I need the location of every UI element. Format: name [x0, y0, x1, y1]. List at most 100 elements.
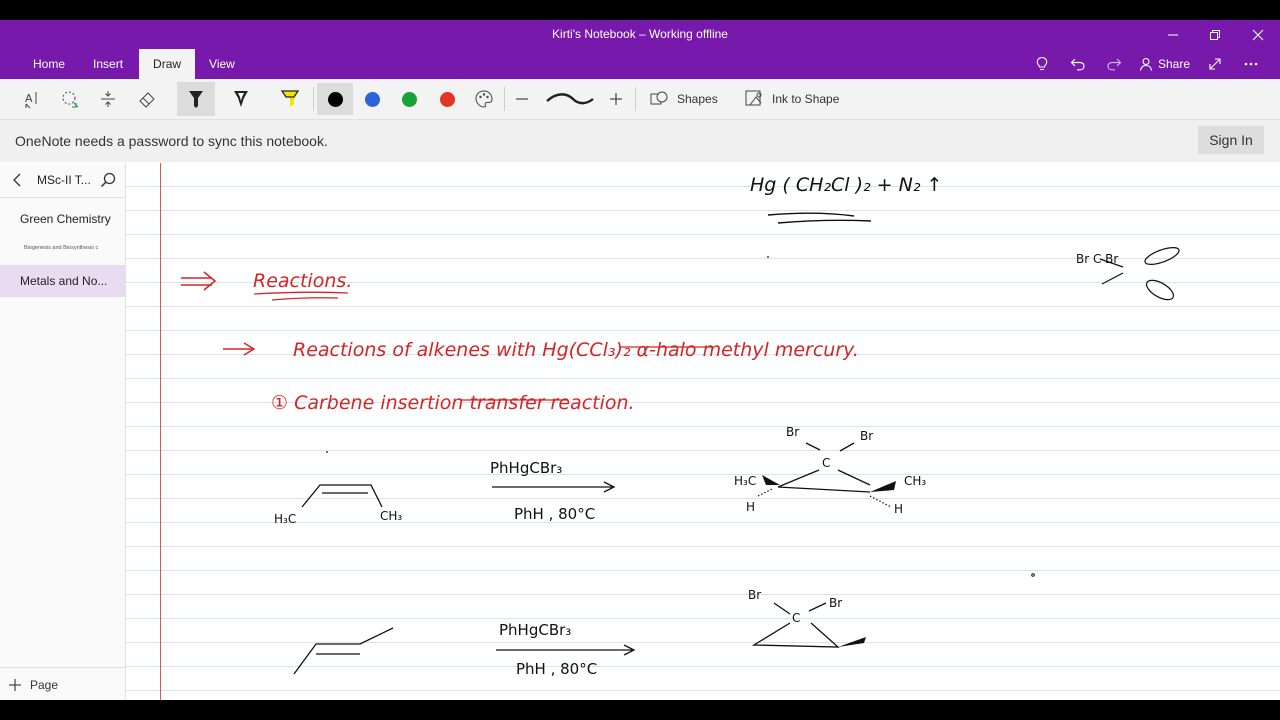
- ink-alkene-1-right: CH₃: [380, 509, 402, 523]
- undo-icon: [1070, 58, 1085, 71]
- ink-reactions-heading: Reactions.: [253, 270, 352, 292]
- undo-button[interactable]: [1067, 53, 1089, 75]
- redo-button[interactable]: [1103, 53, 1125, 75]
- toolbar-separator: [635, 87, 636, 111]
- ink-product-label: H: [746, 500, 755, 514]
- header-actions: Share: [1031, 49, 1262, 79]
- color-dot: [327, 91, 343, 107]
- toolbar-separator: [504, 87, 505, 111]
- lightbulb-button[interactable]: [1031, 53, 1053, 75]
- ribbon-tabs: Home Insert Draw View: [0, 49, 249, 79]
- ink-product-label: H: [894, 502, 903, 516]
- ink-product-label: Br: [786, 425, 799, 439]
- ink-product-label: C: [822, 456, 830, 470]
- pen-outline-tool[interactable]: [225, 83, 257, 115]
- increase-thickness-button[interactable]: [600, 83, 632, 115]
- section-item[interactable]: Biogenesis and Biosynthesis c: [0, 239, 125, 257]
- divider: [0, 667, 125, 668]
- pen-icon: [234, 91, 248, 107]
- redo-icon: [1107, 58, 1122, 71]
- decrease-thickness-button[interactable]: [506, 83, 538, 115]
- ink-product-label: H₃C: [734, 474, 756, 488]
- sync-notification-bar: OneNote needs a password to sync this no…: [0, 120, 1280, 162]
- onenote-window: Kirti's Notebook – Working offline Home …: [0, 20, 1280, 700]
- ink-reaction-arrow: [492, 481, 616, 493]
- page-canvas[interactable]: Hg ( CH₂Cl )₂ + N₂ ↑ Br C Br Reactions. …: [126, 163, 1280, 700]
- color-dot: [364, 91, 380, 107]
- restore-button[interactable]: [1200, 24, 1230, 46]
- ink-carbene-label: Br C Br: [1076, 252, 1118, 266]
- tab-insert[interactable]: Insert: [79, 49, 137, 79]
- ink-product-2-bonds: [751, 602, 840, 648]
- ink-alkene-1-left: H₃C: [274, 512, 296, 526]
- section-item[interactable]: Green Chemistry: [0, 205, 125, 233]
- color-swatch-black[interactable]: [317, 83, 353, 115]
- text-cursor-icon: A: [25, 92, 37, 109]
- shapes-button[interactable]: Shapes: [649, 83, 718, 115]
- lasso-icon: [62, 91, 79, 108]
- ink-reagent-2: PhHgCBr₃: [499, 621, 571, 639]
- color-swatch-red[interactable]: [431, 83, 463, 115]
- person-icon: [1139, 57, 1153, 71]
- svg-text:A: A: [25, 92, 33, 105]
- close-icon: [1252, 29, 1264, 41]
- fullscreen-button[interactable]: [1204, 53, 1226, 75]
- minimize-icon: [1168, 34, 1178, 36]
- eraser-tool[interactable]: [131, 83, 163, 115]
- section-item-active[interactable]: Metals and No...: [0, 265, 125, 297]
- chevron-left-icon: [13, 173, 21, 187]
- ink-item-1: ① Carbene insertion transfer reaction.: [271, 392, 635, 414]
- minimize-button[interactable]: [1158, 24, 1188, 46]
- tab-home[interactable]: Home: [0, 49, 79, 79]
- sign-in-button[interactable]: Sign In: [1198, 126, 1264, 154]
- ink-dot: [767, 256, 769, 258]
- ink-conditions-1: PhH , 80°C: [514, 505, 595, 523]
- back-button[interactable]: [8, 171, 26, 189]
- ink-alkene-2: [293, 627, 394, 675]
- palette-icon: [475, 90, 493, 108]
- search-icon: [100, 172, 116, 188]
- lasso-select-tool[interactable]: [54, 83, 86, 115]
- ink-product-2-label: Br: [748, 588, 761, 602]
- color-dot: [439, 91, 455, 107]
- add-page-button[interactable]: Page: [8, 678, 58, 692]
- add-space-tool[interactable]: [92, 83, 124, 115]
- highlighter-tool[interactable]: [274, 83, 306, 115]
- ink-wedge-bonds: [838, 637, 866, 647]
- share-label: Share: [1157, 57, 1190, 71]
- ink-reactions-line: Reactions of alkenes with Hg(CCl₃)₂ α-ha…: [293, 339, 859, 361]
- plus-icon: [9, 679, 21, 691]
- more-options-button[interactable]: [1240, 53, 1262, 75]
- close-button[interactable]: [1243, 24, 1273, 46]
- pen-black-tool[interactable]: [177, 82, 215, 116]
- ink-to-shape-button[interactable]: Ink to Shape: [744, 83, 839, 115]
- add-page-label: Page: [30, 678, 59, 692]
- color-dot: [401, 91, 417, 107]
- shapes-label: Shapes: [677, 92, 718, 106]
- eraser-icon: [139, 92, 155, 108]
- color-palette-button[interactable]: [468, 83, 500, 115]
- title-bar: Kirti's Notebook – Working offline Home …: [0, 20, 1280, 79]
- share-button[interactable]: Share: [1139, 57, 1190, 71]
- notebook-title[interactable]: MSc-II T...: [37, 173, 91, 187]
- ink-dot: [326, 451, 328, 453]
- color-swatch-blue[interactable]: [356, 83, 388, 115]
- ink-alkene-1: [301, 484, 383, 508]
- ink-product-label: Br: [860, 429, 873, 443]
- ink-to-shape-icon: [745, 90, 762, 106]
- ink-underline: [777, 219, 872, 224]
- search-button[interactable]: [98, 170, 118, 190]
- tab-view[interactable]: View: [195, 49, 249, 79]
- navigation-pane: MSc-II T... Green Chemistry Biogenesis a…: [0, 163, 126, 700]
- ink-underline: [767, 212, 855, 217]
- color-swatch-green[interactable]: [393, 83, 425, 115]
- type-select-tool[interactable]: A: [17, 83, 49, 115]
- shapes-icon: [650, 91, 668, 105]
- ink-formula-top: Hg ( CH₂Cl )₂ + N₂ ↑: [750, 174, 942, 196]
- ink-product-2-label: Br: [829, 596, 842, 610]
- draw-toolbar: A Shapes Ink to Shape: [0, 79, 1280, 120]
- tab-draw[interactable]: Draw: [139, 49, 196, 79]
- plus-icon: [610, 93, 622, 105]
- ink-product-2-label: C: [792, 611, 800, 625]
- expand-icon: [1209, 58, 1221, 70]
